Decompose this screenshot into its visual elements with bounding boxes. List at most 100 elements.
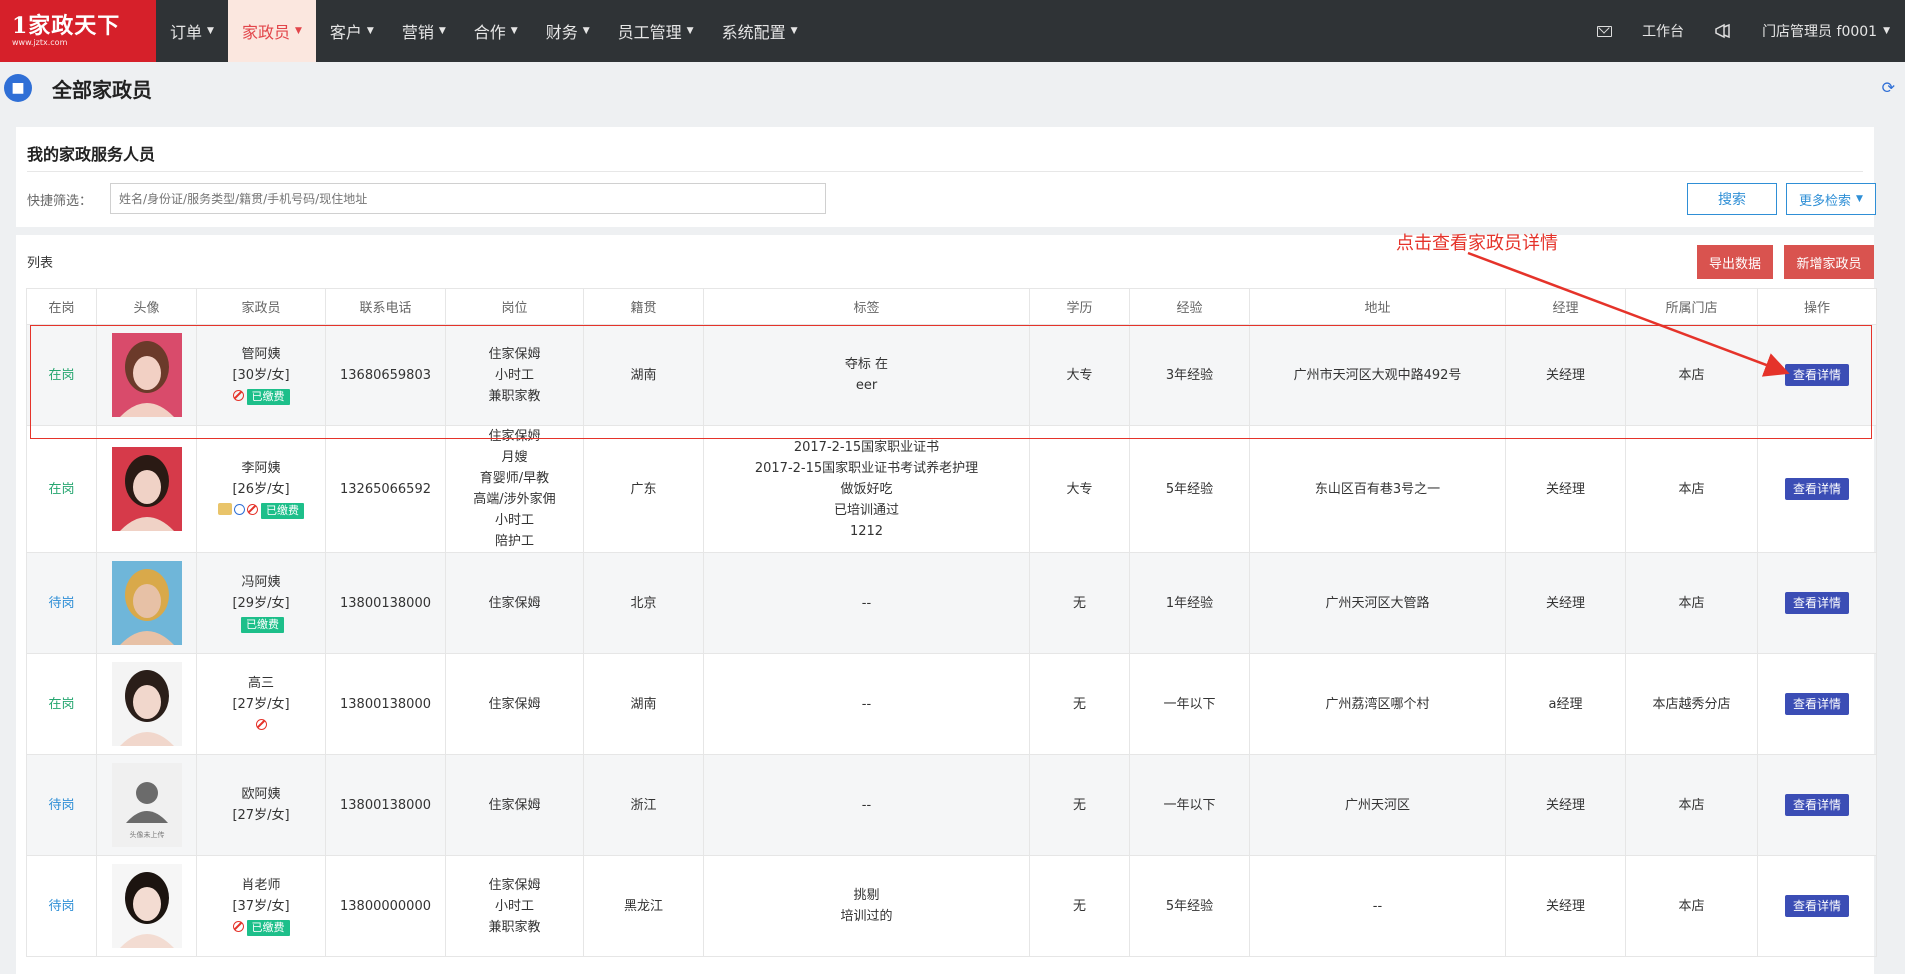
view-detail-button[interactable]: 查看详情 bbox=[1784, 478, 1849, 500]
phone-number: 13680659803 bbox=[340, 367, 431, 383]
tag-item: 挑剔 bbox=[853, 888, 880, 903]
column-header: 经理 bbox=[1505, 288, 1626, 325]
status-text: 待岗 bbox=[48, 898, 75, 914]
experience: 一年以下 bbox=[1163, 696, 1216, 712]
store: 本店越秀分店 bbox=[1652, 696, 1731, 712]
chevron-down-icon: ▼ bbox=[1856, 194, 1863, 204]
nav-item-5[interactable]: 财务 ▼ bbox=[532, 0, 604, 62]
view-detail-button[interactable]: 查看详情 bbox=[1784, 693, 1849, 715]
nav-item-label: 合作 bbox=[473, 23, 506, 42]
top-right-tools: 工作台 门店管理员 f0001 ▼ bbox=[1582, 0, 1905, 62]
avatar[interactable] bbox=[111, 561, 182, 645]
refresh-icon[interactable]: ⟳ bbox=[1882, 78, 1895, 97]
origin: 广东 bbox=[630, 481, 657, 497]
housekeeper-name[interactable]: 管阿姨 bbox=[201, 344, 321, 365]
post-item: 小时工 bbox=[494, 898, 534, 914]
paid-badge: 已缴费 bbox=[241, 616, 284, 633]
main-nav: 订单 ▼ 家政员 ▼ 客户 ▼ 营销 ▼ 合作 ▼ 财务 ▼ 员工管理 ▼ 系统配置 ▼ bbox=[156, 0, 812, 62]
chevron-down-icon: ▼ bbox=[686, 26, 694, 36]
chevron-down-icon: ▼ bbox=[790, 26, 798, 36]
housekeeper-name[interactable]: 冯阿姨 bbox=[201, 572, 321, 593]
list-title: 列表 bbox=[27, 256, 54, 271]
page-header: ■ 全部家政员 ⟳ bbox=[0, 62, 1905, 114]
credit-icon bbox=[234, 503, 245, 515]
store: 本店 bbox=[1678, 595, 1705, 611]
avatar[interactable] bbox=[111, 864, 182, 948]
post-item: 住家保姆 bbox=[488, 696, 541, 712]
store: 本店 bbox=[1678, 898, 1705, 914]
export-button[interactable]: 导出数据 bbox=[1697, 245, 1773, 279]
table-body: 在岗 管阿姨 [30岁/女] 已缴费 13680659803 住家保姆 小时工 兼职家教 湖南夺… bbox=[26, 324, 1877, 957]
quick-filter-label: 快捷筛选： bbox=[27, 194, 93, 209]
column-header: 头像 bbox=[96, 288, 197, 325]
view-detail-button[interactable]: 查看详情 bbox=[1784, 592, 1849, 614]
origin: 北京 bbox=[630, 595, 657, 611]
housekeeper-age-gender: [27岁/女] bbox=[232, 696, 290, 712]
nav-item-4[interactable]: 合作 ▼ bbox=[460, 0, 532, 62]
phone-number: 13800138000 bbox=[340, 696, 431, 712]
tag-item: 1212 bbox=[849, 523, 884, 539]
nav-item-3[interactable]: 营销 ▼ bbox=[388, 0, 460, 62]
housekeeper-name[interactable]: 李阿姨 bbox=[201, 458, 321, 479]
post-item: 住家保姆 bbox=[488, 877, 541, 893]
badge-line bbox=[201, 715, 321, 736]
blocked-icon bbox=[232, 920, 244, 932]
housekeeper-name[interactable]: 肖老师 bbox=[201, 875, 321, 896]
post-item: 小时工 bbox=[494, 513, 534, 528]
nav-item-6[interactable]: 员工管理 ▼ bbox=[604, 0, 708, 62]
add-housekeeper-button[interactable]: 新增家政员 bbox=[1784, 245, 1874, 279]
housekeeper-name[interactable]: 欧阿姨 bbox=[201, 784, 321, 805]
column-header: 操作 bbox=[1757, 288, 1877, 325]
app-logo[interactable]: 1家政天下 www.jztx.com bbox=[0, 0, 156, 62]
column-header: 标签 bbox=[703, 288, 1030, 325]
status-text: 在岗 bbox=[48, 481, 75, 497]
column-header: 地址 bbox=[1249, 288, 1506, 325]
view-detail-button[interactable]: 查看详情 bbox=[1784, 895, 1849, 917]
store: 本店 bbox=[1678, 797, 1705, 813]
more-search-button[interactable]: 更多检索 ▼ bbox=[1786, 183, 1876, 215]
manager: a经理 bbox=[1548, 696, 1583, 712]
nav-item-7[interactable]: 系统配置 ▼ bbox=[708, 0, 812, 62]
tag-item: 培训过的 bbox=[840, 909, 893, 924]
housekeeper-name[interactable]: 高三 bbox=[201, 673, 321, 694]
education: 无 bbox=[1072, 898, 1086, 914]
avatar[interactable]: 头像未上传 bbox=[111, 763, 182, 847]
user-menu[interactable]: 门店管理员 f0001 ▼ bbox=[1747, 0, 1905, 62]
nav-item-1[interactable]: 家政员 ▼ bbox=[227, 0, 316, 62]
nav-item-2[interactable]: 客户 ▼ bbox=[316, 0, 388, 62]
search-button[interactable]: 搜索 bbox=[1687, 183, 1777, 215]
manager: 关经理 bbox=[1545, 595, 1585, 611]
nav-item-label: 员工管理 bbox=[617, 23, 682, 42]
experience: 5年经验 bbox=[1165, 898, 1214, 914]
tag-item: 已培训通过 bbox=[833, 502, 899, 518]
address: 广州天河区大管路 bbox=[1325, 595, 1430, 611]
workbench-link[interactable]: 工作台 bbox=[1627, 0, 1699, 62]
view-detail-button[interactable]: 查看详情 bbox=[1784, 364, 1849, 386]
announcement-button[interactable] bbox=[1699, 0, 1747, 62]
education: 大专 bbox=[1066, 481, 1093, 497]
address: -- bbox=[1372, 898, 1383, 914]
quick-filter-input[interactable] bbox=[110, 183, 826, 214]
avatar[interactable] bbox=[111, 662, 182, 746]
view-detail-button[interactable]: 查看详情 bbox=[1784, 794, 1849, 816]
table-row: 待岗 头像未上传 欧阿姨 [27岁/女] 13800138000 住家保姆 浙江 -- 无 一年以… bbox=[26, 754, 1877, 856]
post-item: 住家保姆 bbox=[488, 595, 541, 611]
experience: 一年以下 bbox=[1163, 797, 1216, 813]
badge-line: 已缴费 bbox=[201, 917, 321, 938]
chevron-down-icon: ▼ bbox=[1883, 26, 1890, 36]
nav-item-label: 客户 bbox=[329, 23, 362, 42]
post-item: 住家保姆 bbox=[488, 797, 541, 813]
post-item: 兼职家教 bbox=[488, 388, 541, 404]
post-item: 小时工 bbox=[494, 367, 534, 383]
table-row: 在岗 李阿姨 [26岁/女] 已缴费 13265066592 住家保姆 月嫂 育婴师/早教 高端… bbox=[26, 425, 1877, 553]
post-item: 高端/涉外家佣 bbox=[473, 492, 556, 507]
avatar[interactable] bbox=[111, 333, 182, 417]
nav-item-label: 订单 bbox=[170, 23, 203, 42]
nav-item-0[interactable]: 订单 ▼ bbox=[156, 0, 228, 62]
column-header: 联系电话 bbox=[325, 288, 446, 325]
post-item: 陪护工 bbox=[494, 534, 534, 549]
avatar[interactable] bbox=[111, 447, 182, 531]
message-button[interactable] bbox=[1582, 0, 1627, 62]
status-text: 待岗 bbox=[48, 797, 75, 813]
store: 本店 bbox=[1678, 481, 1705, 497]
